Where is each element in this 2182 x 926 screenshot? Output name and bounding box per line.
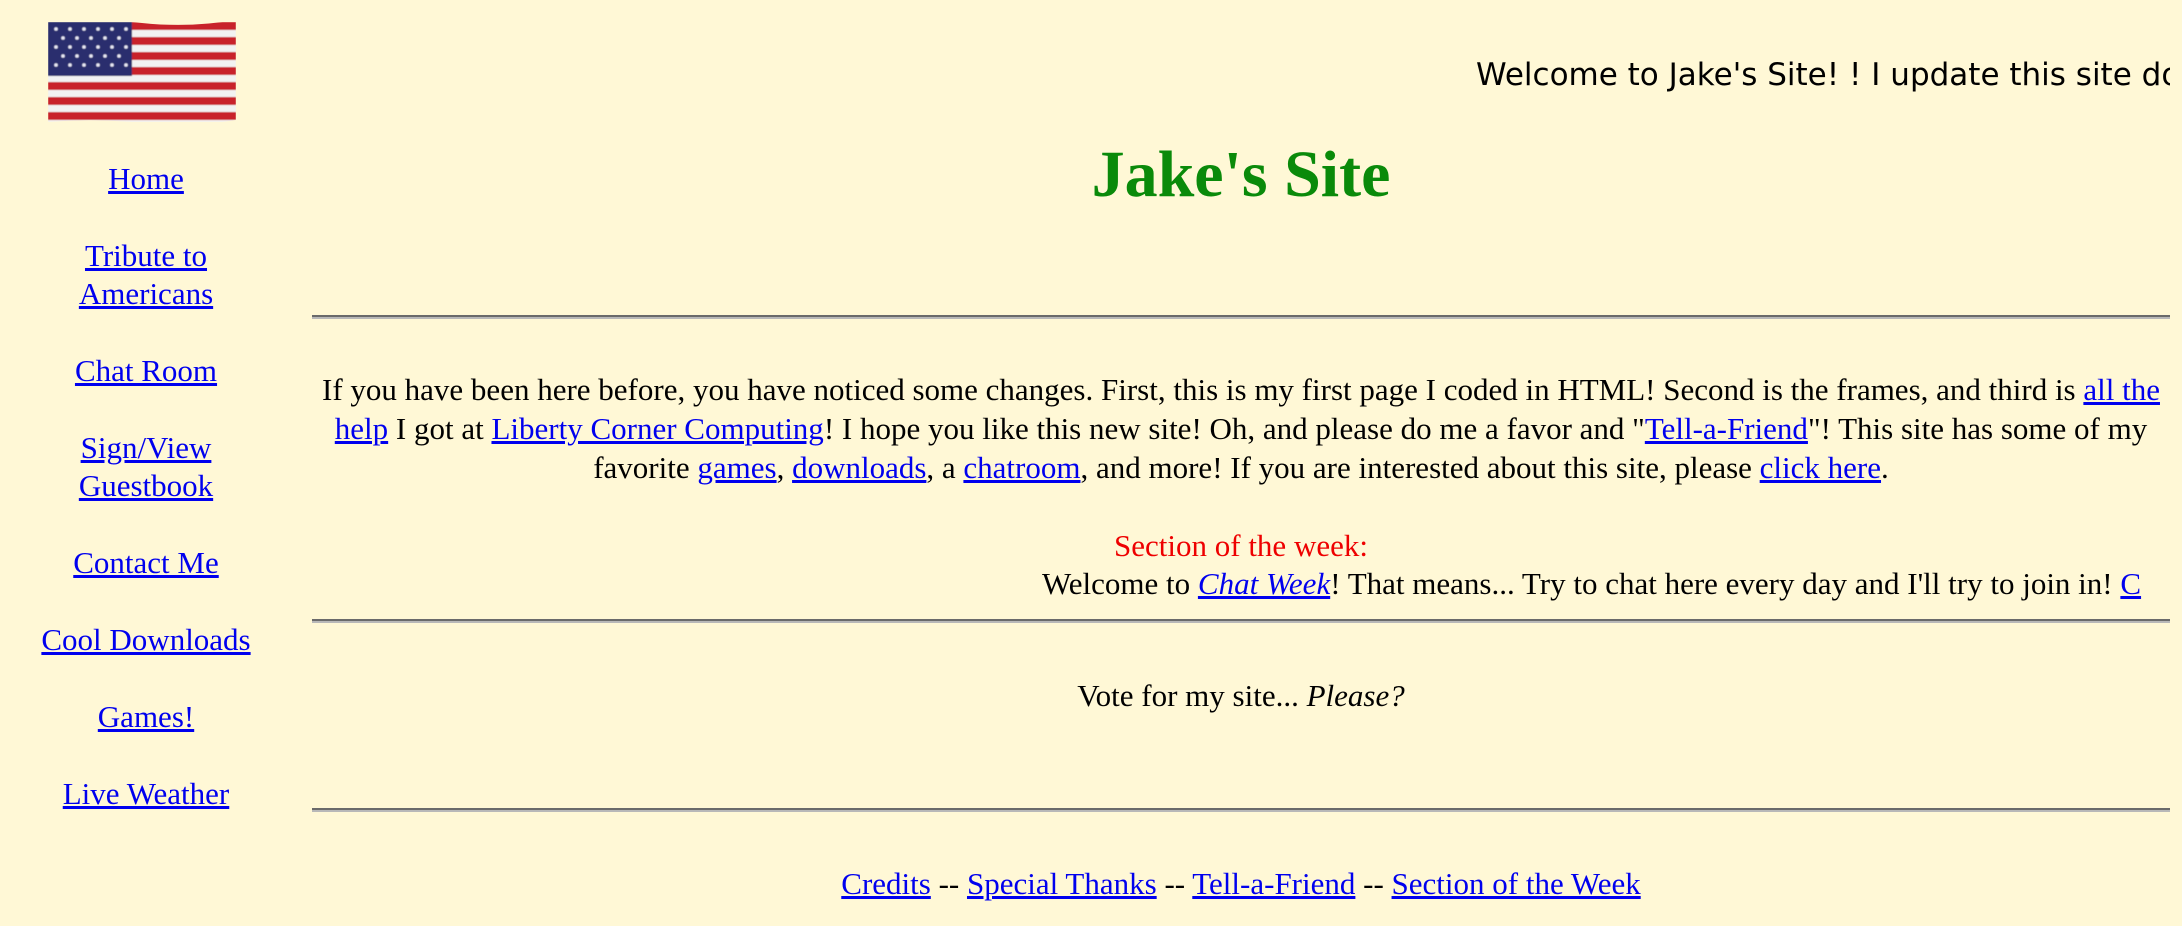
section-prefix: Welcome to (1042, 566, 1198, 601)
footer-separator: -- (1355, 866, 1392, 901)
intro-text-5: , a (926, 450, 964, 485)
intro-paragraph: If you have been here before, you have n… (312, 370, 2170, 487)
nav-link-games[interactable]: Games! (98, 699, 194, 734)
sidebar-frame: Home Tribute to Americans Chat Room Sign… (0, 0, 292, 926)
section-of-week-label: Section of the week: (1114, 528, 1368, 563)
page-title: Jake's Site (1091, 138, 1391, 211)
nav-link-downloads[interactable]: Cool Downloads (41, 622, 250, 657)
welcome-marquee: Welcome to Jake's Site! ! I update this … (1476, 57, 2170, 93)
american-flag-icon (48, 18, 236, 124)
intro-text-3: ! I hope you like this new site! Oh, and… (823, 411, 1645, 446)
divider-middle (312, 619, 2170, 623)
divider-bottom (312, 808, 2170, 812)
section-of-week-marquee: Welcome to Chat Week! That means... Try … (1042, 564, 2141, 603)
intro-text-1: If you have been here before, you have n… (322, 372, 2084, 407)
nav-item-weather: Live Weather (0, 775, 292, 813)
chat-week-link-text: Chat Week (1197, 566, 1331, 601)
tell-a-friend-footer-link[interactable]: Tell-a-Friend (1192, 866, 1355, 901)
nav-item-chat-room: Chat Room (0, 352, 292, 390)
nav-list: Home Tribute to Americans Chat Room Sign… (0, 160, 292, 852)
downloads-inline-link[interactable]: downloads (792, 450, 926, 485)
nav-item-home: Home (0, 160, 292, 198)
vote-prompt: Vote for my site... Please? (312, 676, 2170, 715)
nav-link-home[interactable]: Home (108, 161, 184, 196)
section-of-week-footer-link[interactable]: Section of the Week (1392, 866, 1641, 901)
chat-week-link[interactable]: Chat Week (1198, 566, 1330, 601)
footer-links: Credits -- Special Thanks -- Tell-a-Frie… (312, 864, 2170, 903)
vote-emphasis: Please? (1306, 678, 1405, 713)
nav-item-games: Games! (0, 698, 292, 736)
main-frame: Welcome to Jake's Site! ! I update this … (312, 0, 2170, 926)
nav-item-contact: Contact Me (0, 544, 292, 582)
click-here-link[interactable]: click here (1760, 450, 1881, 485)
nav-link-contact[interactable]: Contact Me (73, 545, 219, 580)
chatroom-inline-link[interactable]: chatroom (963, 450, 1080, 485)
nav-item-tribute: Tribute to Americans (46, 237, 246, 313)
vote-text: Vote for my site... (1077, 678, 1307, 713)
liberty-corner-link[interactable]: Liberty Corner Computing (491, 411, 823, 446)
intro-separator: , (776, 450, 793, 485)
nav-item-downloads: Cool Downloads (0, 621, 292, 659)
footer-separator: -- (930, 866, 967, 901)
section-trailing-link[interactable]: C (2120, 566, 2141, 601)
nav-item-guestbook: Sign/View Guestbook (46, 429, 246, 505)
credits-link[interactable]: Credits (841, 866, 931, 901)
tell-a-friend-inline-link[interactable]: Tell-a-Friend (1645, 411, 1808, 446)
divider-top (312, 315, 2170, 319)
special-thanks-link[interactable]: Special Thanks (967, 866, 1157, 901)
nav-link-tribute[interactable]: Tribute to Americans (79, 238, 213, 311)
games-inline-link[interactable]: games (697, 450, 776, 485)
section-text: ! That means... Try to chat here every d… (1330, 566, 2121, 601)
intro-text-2: I got at (388, 411, 492, 446)
intro-text-6: , and more! If you are interested about … (1080, 450, 1760, 485)
nav-link-weather[interactable]: Live Weather (63, 776, 230, 811)
nav-link-guestbook[interactable]: Sign/View Guestbook (79, 430, 213, 503)
intro-text-7: . (1881, 450, 1889, 485)
page: Home Tribute to Americans Chat Room Sign… (0, 0, 2182, 926)
footer-separator: -- (1156, 866, 1193, 901)
nav-link-chat-room[interactable]: Chat Room (75, 353, 217, 388)
